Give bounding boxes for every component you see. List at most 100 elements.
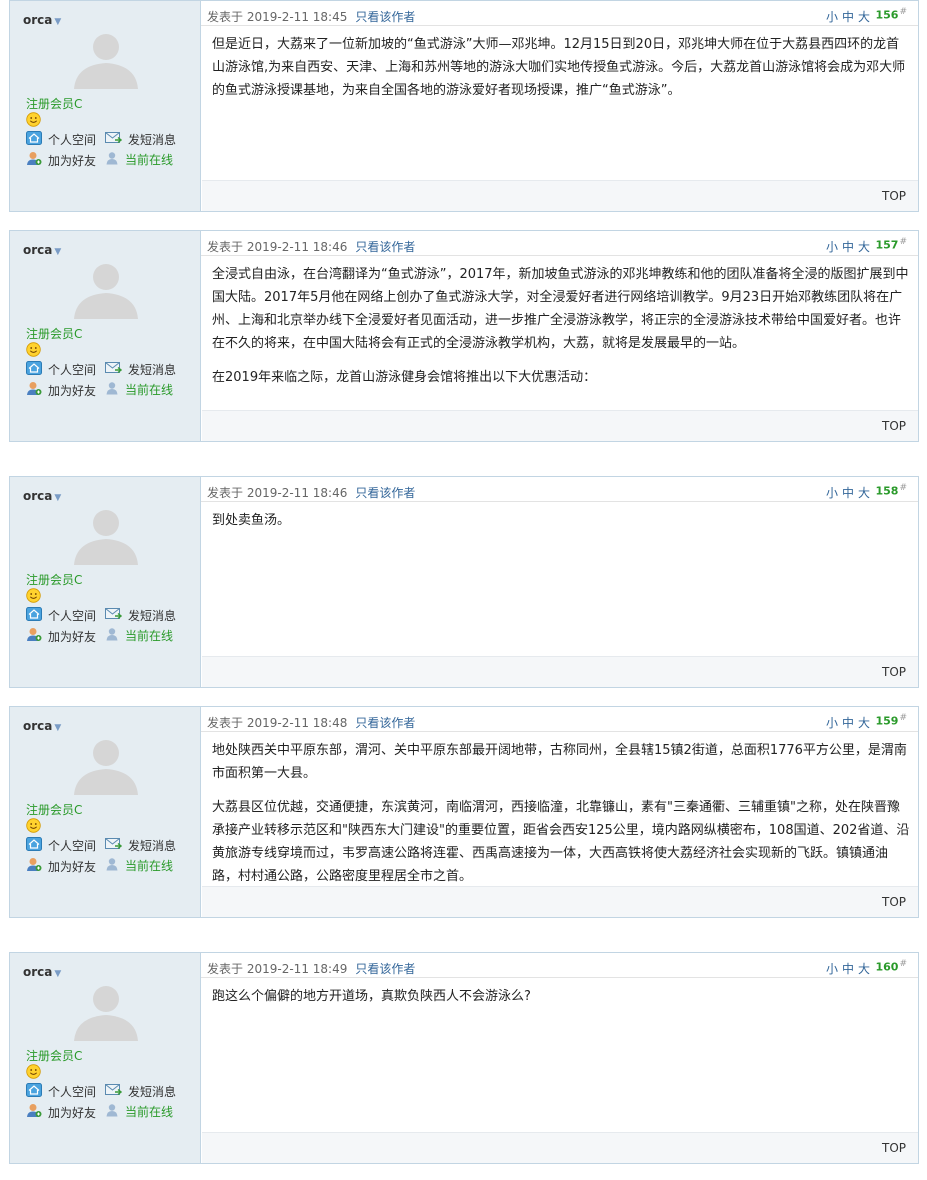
- font-medium-button[interactable]: 中: [842, 486, 854, 500]
- personal-space-link[interactable]: 个人空间: [26, 1083, 96, 1101]
- author-only-link[interactable]: 只看该作者: [355, 10, 415, 24]
- user-group-label[interactable]: 注册会员C: [26, 325, 82, 342]
- personal-space-link[interactable]: 个人空间: [26, 361, 96, 379]
- home-icon: [26, 837, 42, 855]
- author-sidebar: orca ▼ 注册会员C 个人空间 发短消息 加为好友 当前在线: [10, 1, 201, 211]
- message-icon: [105, 607, 123, 625]
- send-message-link[interactable]: 发短消息: [105, 837, 176, 855]
- floor-number[interactable]: 160#: [875, 959, 907, 974]
- avatar[interactable]: [68, 981, 144, 1041]
- post-footer: TOP: [202, 1132, 918, 1163]
- send-message-link[interactable]: 发短消息: [105, 131, 176, 149]
- author-name[interactable]: orca ▼: [23, 719, 61, 733]
- floor-number[interactable]: 158#: [875, 483, 907, 498]
- post-content: 地处陕西关中平原东部，渭河、关中平原东部最开阔地带，古称同州，全县辖15镇2街道…: [212, 739, 910, 899]
- font-large-button[interactable]: 大: [858, 240, 870, 254]
- author-only-link[interactable]: 只看该作者: [355, 962, 415, 976]
- author-name[interactable]: orca ▼: [23, 243, 61, 257]
- font-small-button[interactable]: 小: [826, 962, 838, 976]
- author-only-link[interactable]: 只看该作者: [355, 716, 415, 730]
- caret-down-icon[interactable]: ▼: [54, 969, 61, 979]
- caret-down-icon[interactable]: ▼: [54, 247, 61, 257]
- post-meta: 发表于 2019-2-11 18:45 只看该作者: [207, 10, 416, 24]
- user-group-label[interactable]: 注册会员C: [26, 95, 82, 112]
- font-medium-button[interactable]: 中: [842, 716, 854, 730]
- post-footer: TOP: [202, 886, 918, 917]
- caret-down-icon[interactable]: ▼: [54, 17, 61, 27]
- author-name[interactable]: orca ▼: [23, 489, 61, 503]
- back-to-top-link[interactable]: TOP: [882, 665, 906, 679]
- back-to-top-link[interactable]: TOP: [882, 419, 906, 433]
- add-friend-icon: [26, 381, 42, 400]
- caret-down-icon[interactable]: ▼: [54, 493, 61, 503]
- user-group-label[interactable]: 注册会员C: [26, 571, 82, 588]
- smiley-icon: [26, 112, 41, 127]
- floor-number[interactable]: 156#: [875, 7, 907, 22]
- author-sidebar: orca ▼ 注册会员C 个人空间 发短消息 加为好友 当前在线: [10, 707, 201, 917]
- add-friend-icon: [26, 627, 42, 646]
- author-sidebar: orca ▼ 注册会员C 个人空间 发短消息 加为好友 当前在线: [10, 231, 201, 441]
- font-size-switcher: 小中大: [822, 238, 870, 255]
- user-group-label[interactable]: 注册会员C: [26, 801, 82, 818]
- add-friend-link[interactable]: 加为好友: [26, 1103, 96, 1122]
- add-friend-link[interactable]: 加为好友: [26, 627, 96, 646]
- add-friend-link[interactable]: 加为好友: [26, 857, 96, 876]
- author-sidebar: orca ▼ 注册会员C 个人空间 发短消息 加为好友 当前在线: [10, 953, 201, 1163]
- user-group-label[interactable]: 注册会员C: [26, 1047, 82, 1064]
- avatar[interactable]: [68, 259, 144, 319]
- personal-space-link[interactable]: 个人空间: [26, 607, 96, 625]
- post-meta: 发表于 2019-2-11 18:48 只看该作者: [207, 716, 416, 730]
- online-status: 当前在线: [105, 627, 173, 645]
- personal-space-link[interactable]: 个人空间: [26, 837, 96, 855]
- personal-space-link[interactable]: 个人空间: [26, 131, 96, 149]
- author-only-link[interactable]: 只看该作者: [355, 486, 415, 500]
- font-medium-button[interactable]: 中: [842, 10, 854, 24]
- avatar[interactable]: [68, 735, 144, 795]
- post-timestamp: 2019-2-11 18:48: [246, 716, 348, 730]
- add-friend-icon: [26, 857, 42, 876]
- online-user-icon: [105, 381, 119, 399]
- home-icon: [26, 607, 42, 625]
- font-large-button[interactable]: 大: [858, 716, 870, 730]
- back-to-top-link[interactable]: TOP: [882, 1141, 906, 1155]
- post-content: 到处卖鱼汤。: [212, 509, 910, 543]
- author-name[interactable]: orca ▼: [23, 965, 61, 979]
- back-to-top-link[interactable]: TOP: [882, 895, 906, 909]
- font-small-button[interactable]: 小: [826, 240, 838, 254]
- font-medium-button[interactable]: 中: [842, 962, 854, 976]
- caret-down-icon[interactable]: ▼: [54, 723, 61, 733]
- divider: [201, 977, 918, 978]
- font-large-button[interactable]: 大: [858, 486, 870, 500]
- post-content: 跑这么个偏僻的地方开道场，真欺负陕西人不会游泳么?: [212, 985, 910, 1019]
- font-small-button[interactable]: 小: [826, 716, 838, 730]
- post-paragraph: 地处陕西关中平原东部，渭河、关中平原东部最开阔地带，古称同州，全县辖15镇2街道…: [212, 743, 907, 781]
- floor-number[interactable]: 159#: [875, 713, 907, 728]
- smiley-icon: [26, 1064, 41, 1079]
- divider: [201, 25, 918, 26]
- add-friend-icon: [26, 151, 42, 170]
- author-name[interactable]: orca ▼: [23, 13, 61, 27]
- font-size-switcher: 小中大: [822, 484, 870, 501]
- font-large-button[interactable]: 大: [858, 10, 870, 24]
- online-status: 当前在线: [105, 857, 173, 875]
- post-meta: 发表于 2019-2-11 18:49 只看该作者: [207, 962, 416, 976]
- font-large-button[interactable]: 大: [858, 962, 870, 976]
- send-message-link[interactable]: 发短消息: [105, 607, 176, 625]
- back-to-top-link[interactable]: TOP: [882, 189, 906, 203]
- post-timestamp: 2019-2-11 18:46: [246, 240, 348, 254]
- divider: [201, 501, 918, 502]
- send-message-link[interactable]: 发短消息: [105, 1083, 176, 1101]
- font-medium-button[interactable]: 中: [842, 240, 854, 254]
- online-status: 当前在线: [105, 1103, 173, 1121]
- online-user-icon: [105, 627, 119, 645]
- add-friend-link[interactable]: 加为好友: [26, 381, 96, 400]
- font-small-button[interactable]: 小: [826, 10, 838, 24]
- add-friend-link[interactable]: 加为好友: [26, 151, 96, 170]
- font-small-button[interactable]: 小: [826, 486, 838, 500]
- floor-number[interactable]: 157#: [875, 237, 907, 252]
- send-message-link[interactable]: 发短消息: [105, 361, 176, 379]
- author-only-link[interactable]: 只看该作者: [355, 240, 415, 254]
- divider: [201, 731, 918, 732]
- avatar[interactable]: [68, 29, 144, 89]
- avatar[interactable]: [68, 505, 144, 565]
